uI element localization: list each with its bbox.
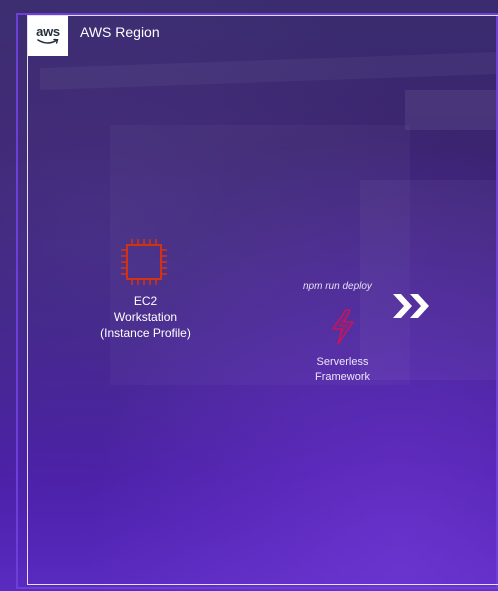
aws-logo: aws	[28, 16, 68, 56]
ec2-label-line: (Instance Profile)	[100, 326, 191, 340]
aws-logo-text: aws	[36, 24, 60, 39]
ec2-label: EC2 Workstation (Instance Profile)	[68, 293, 223, 341]
serverless-label-line: Serverless	[316, 356, 369, 368]
aws-smile-icon	[37, 38, 59, 44]
ec2-label-line: EC2	[133, 294, 158, 308]
double-chevron-right-icon	[393, 294, 429, 318]
ec2-label-line: Workstation	[113, 310, 178, 324]
serverless-label-line: Framework	[314, 371, 370, 383]
serverless-label: Serverless Framework	[290, 355, 395, 385]
serverless-lightning-icon	[332, 309, 354, 345]
deploy-command-label: npm run deploy	[303, 281, 372, 292]
ec2-instance-chip-icon	[121, 239, 167, 285]
region-label: AWS Region	[80, 24, 160, 40]
diagram-canvas: aws AWS Region EC2 Workstation (Instance…	[0, 0, 498, 591]
